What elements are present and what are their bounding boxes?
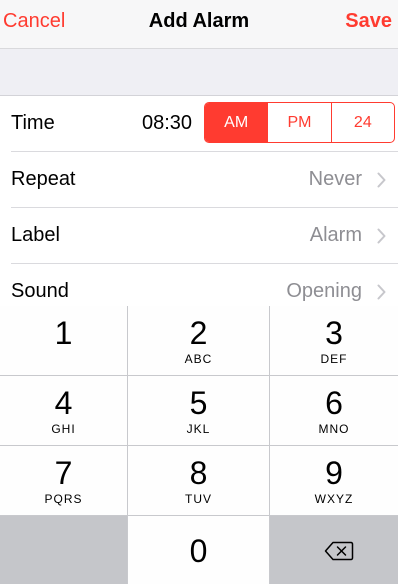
key-letters: GHI xyxy=(51,422,76,436)
sound-label: Sound xyxy=(11,280,69,302)
key-2[interactable]: 2 ABC xyxy=(128,306,269,375)
key-9[interactable]: 9 WXYZ xyxy=(270,446,398,515)
backspace-key[interactable] xyxy=(270,516,398,584)
repeat-row[interactable]: Repeat Never xyxy=(0,152,398,208)
key-letters: PQRS xyxy=(44,492,83,506)
key-digit: 0 xyxy=(189,533,208,569)
repeat-label: Repeat xyxy=(11,168,76,190)
key-8[interactable]: 8 TUV xyxy=(128,446,269,515)
key-digit: 8 xyxy=(189,455,208,491)
segment-pm[interactable]: PM xyxy=(267,103,330,142)
key-3[interactable]: 3 DEF xyxy=(270,306,398,375)
time-label: Time xyxy=(11,112,55,134)
save-button[interactable]: Save xyxy=(345,10,392,33)
key-5[interactable]: 5 JKL xyxy=(128,376,269,445)
key-7[interactable]: 7 PQRS xyxy=(0,446,127,515)
chevron-right-icon xyxy=(377,172,386,188)
key-letters: MNO xyxy=(318,422,350,436)
key-6[interactable]: 6 MNO xyxy=(270,376,398,445)
label-value: Alarm xyxy=(309,224,362,246)
key-0[interactable]: 0 xyxy=(128,516,269,584)
sound-row[interactable]: Sound Opening xyxy=(0,264,398,308)
label-label: Label xyxy=(11,224,60,246)
chevron-right-icon xyxy=(377,284,386,300)
key-letters: JKL xyxy=(186,422,211,436)
backspace-icon xyxy=(324,541,354,561)
label-row[interactable]: Label Alarm xyxy=(0,208,398,264)
key-digit: 5 xyxy=(189,385,208,421)
time-value[interactable]: 08:30 xyxy=(142,112,192,135)
segment-24[interactable]: 24 xyxy=(330,103,394,142)
key-4[interactable]: 4 GHI xyxy=(0,376,127,445)
key-digit: 6 xyxy=(325,385,343,421)
key-digit: 7 xyxy=(54,455,73,491)
section-spacer xyxy=(0,49,398,96)
key-digit: 3 xyxy=(325,315,343,351)
key-digit: 2 xyxy=(189,315,208,351)
key-digit: 4 xyxy=(54,385,73,421)
navigation-bar: Cancel Add Alarm Save xyxy=(0,0,398,49)
key-letters: WXYZ xyxy=(314,492,354,506)
blank-key xyxy=(0,516,127,584)
key-digit: 9 xyxy=(325,455,343,491)
sound-value: Opening xyxy=(286,280,362,302)
numeric-keypad: 1 2 ABC 3 DEF 4 GHI 5 JKL 6 MNO 7 PQRS 8… xyxy=(0,306,398,584)
key-digit: 1 xyxy=(54,315,73,351)
time-format-segmented-control: AM PM 24 xyxy=(204,102,395,143)
repeat-value: Never xyxy=(308,168,362,190)
key-1[interactable]: 1 xyxy=(0,306,127,375)
key-letters: DEF xyxy=(320,352,348,366)
page-title: Add Alarm xyxy=(148,10,250,32)
chevron-right-icon xyxy=(377,228,386,244)
key-letters: TUV xyxy=(185,492,212,506)
segment-am[interactable]: AM xyxy=(205,103,268,142)
key-letters: ABC xyxy=(184,352,213,366)
